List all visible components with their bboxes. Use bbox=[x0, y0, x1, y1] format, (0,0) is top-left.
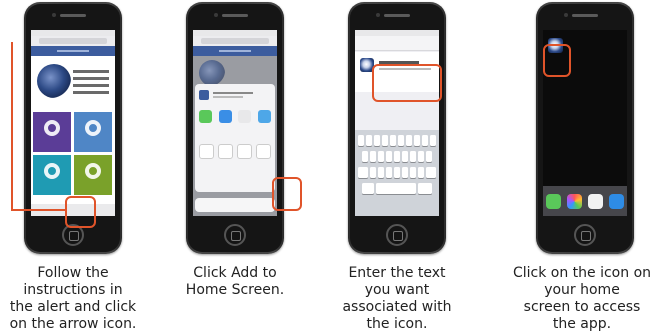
twitter-icon[interactable] bbox=[257, 110, 271, 123]
add-to-home-nav bbox=[355, 36, 439, 51]
caption-line: Enter the text bbox=[348, 265, 446, 281]
caption-line: Click Add to bbox=[193, 265, 277, 281]
logo-swirl-icon bbox=[37, 64, 71, 98]
phone-screen-share-sheet bbox=[193, 30, 277, 216]
caption-step-2: Click Add to Home Screen. bbox=[160, 265, 310, 299]
bookmark-icon[interactable] bbox=[199, 144, 214, 159]
pointer-line bbox=[11, 209, 65, 211]
safari-app-icon[interactable] bbox=[609, 193, 624, 209]
camera-icon bbox=[564, 13, 568, 17]
home-button[interactable] bbox=[574, 224, 596, 246]
site-tile[interactable] bbox=[33, 155, 71, 195]
speaker-grille bbox=[222, 14, 248, 17]
site-logo bbox=[31, 56, 115, 112]
caption-line: Follow the bbox=[37, 265, 109, 281]
speaker-grille bbox=[384, 14, 410, 17]
caption-line: you want bbox=[364, 282, 430, 298]
phone-step-3 bbox=[348, 2, 446, 254]
app-icon-highlight[interactable] bbox=[543, 44, 571, 77]
share-apps-row bbox=[199, 110, 271, 123]
caption-line: screen to access bbox=[523, 299, 641, 315]
reading-list-icon[interactable] bbox=[218, 144, 233, 159]
phone-step-4 bbox=[536, 2, 634, 254]
phone-app-icon[interactable] bbox=[546, 193, 561, 209]
add-to-home-screen-icon[interactable] bbox=[256, 144, 271, 159]
caption-line: Home Screen. bbox=[185, 282, 285, 298]
site-tile[interactable] bbox=[74, 155, 112, 195]
caption-line: instructions in bbox=[23, 282, 123, 298]
share-sheet bbox=[195, 84, 275, 192]
mail-icon[interactable] bbox=[218, 110, 232, 123]
site-header bbox=[193, 46, 277, 56]
caption-line: on the arrow icon. bbox=[9, 316, 137, 332]
phone-step-2 bbox=[186, 2, 284, 254]
add-to-home-highlight[interactable] bbox=[272, 177, 302, 211]
speaker-grille bbox=[572, 14, 598, 17]
notes-icon[interactable] bbox=[238, 110, 252, 123]
site-tile[interactable] bbox=[74, 112, 112, 152]
speaker-grille bbox=[60, 14, 86, 17]
site-header bbox=[31, 46, 115, 56]
mail-app-icon[interactable] bbox=[588, 193, 603, 209]
status-bar bbox=[543, 30, 627, 36]
camera-icon bbox=[52, 13, 56, 17]
caption-line: your home bbox=[544, 282, 620, 298]
caption-line: associated with bbox=[342, 299, 452, 315]
camera-icon bbox=[376, 13, 380, 17]
caption-step-1: Follow the instructions in the alert and… bbox=[0, 265, 148, 333]
caption-step-4: Click on the icon on your home screen to… bbox=[507, 265, 657, 333]
home-button[interactable] bbox=[224, 224, 246, 246]
dock bbox=[543, 186, 627, 216]
photos-app-icon[interactable] bbox=[567, 193, 582, 209]
pointer-line bbox=[11, 42, 13, 211]
caption-line: the icon. bbox=[366, 316, 428, 332]
caption-line: Click on the icon on bbox=[512, 265, 652, 281]
browser-url-bar[interactable] bbox=[31, 36, 115, 46]
home-button[interactable] bbox=[386, 224, 408, 246]
on-screen-keyboard[interactable] bbox=[355, 130, 439, 216]
cancel-button[interactable] bbox=[195, 198, 275, 212]
camera-icon bbox=[214, 13, 218, 17]
share-arrow-highlight[interactable] bbox=[65, 196, 96, 228]
site-tile[interactable] bbox=[33, 112, 71, 152]
browser-url-bar bbox=[193, 36, 277, 46]
caption-step-3: Enter the text you want associated with … bbox=[322, 265, 472, 333]
share-actions-row bbox=[199, 144, 271, 159]
phone-screen-website bbox=[31, 30, 115, 216]
messages-icon[interactable] bbox=[199, 110, 212, 123]
caption-line: the app. bbox=[552, 316, 612, 332]
shortcut-name-highlight[interactable] bbox=[372, 64, 442, 102]
phone-screen-add-to-home bbox=[355, 30, 439, 216]
copy-icon[interactable] bbox=[237, 144, 252, 159]
site-tiles bbox=[31, 112, 115, 195]
caption-line: the alert and click bbox=[9, 299, 137, 315]
